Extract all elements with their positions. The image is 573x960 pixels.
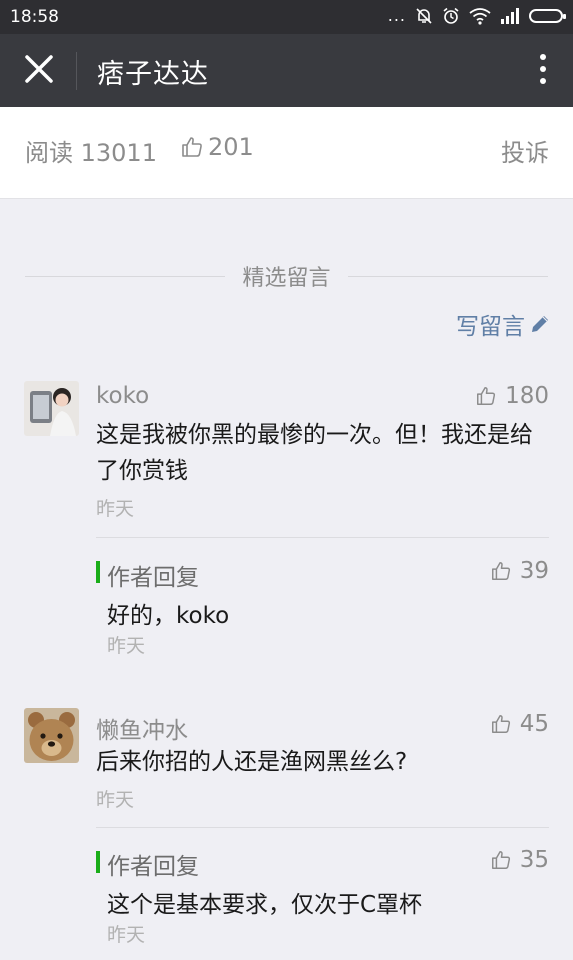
reply-divider	[96, 537, 549, 538]
reply-text: 好的，koko	[107, 603, 230, 629]
comment-like-count: 45	[519, 711, 549, 737]
avatar-photo	[24, 381, 79, 436]
comment-like-button[interactable]: 180	[475, 383, 549, 409]
more-menu-icon[interactable]	[537, 51, 549, 91]
avatar[interactable]	[24, 708, 79, 763]
status-bar: 18:58 ...	[0, 0, 573, 34]
reply-like-count: 35	[519, 847, 549, 873]
nav-divider	[76, 52, 77, 90]
comment-text: 后来你招的人还是渔网黑丝么?	[96, 749, 408, 775]
write-comment-label: 写留言	[456, 314, 525, 340]
article-like-count: 201	[208, 133, 254, 161]
comment-like-count: 180	[505, 383, 549, 409]
pencil-icon	[532, 316, 548, 332]
page-title: 痞子达达	[97, 59, 209, 90]
featured-comments-title: 精选留言	[230, 266, 343, 291]
write-comment-button[interactable]: 写留言	[456, 307, 551, 341]
comment-like-button[interactable]: 45	[490, 711, 549, 737]
report-link[interactable]: 投诉	[501, 133, 549, 168]
thumbs-up-icon	[491, 715, 510, 733]
commenter-name[interactable]: 懒鱼冲水	[96, 711, 188, 745]
signal-icon	[501, 7, 519, 24]
thumbs-up-icon	[491, 851, 510, 869]
mute-bell-icon	[416, 7, 432, 24]
reply-text: 这个是基本要求，仅次于C罩杯	[107, 892, 423, 918]
avatar[interactable]	[24, 381, 79, 436]
author-reply-label: 作者回复	[107, 565, 199, 591]
thumbs-up-icon	[491, 562, 510, 580]
divider	[0, 198, 573, 199]
reply-like-button[interactable]: 35	[490, 847, 549, 873]
reply-marker	[96, 851, 100, 873]
reply-time: 昨天	[107, 924, 146, 946]
battery-icon	[529, 8, 566, 23]
close-icon[interactable]	[22, 52, 56, 86]
reply-divider	[96, 827, 549, 828]
title-bar: 痞子达达	[0, 34, 573, 107]
reply-like-count: 39	[519, 558, 549, 584]
reply-like-button[interactable]: 39	[490, 558, 549, 584]
article-like-button[interactable]: 201	[180, 133, 254, 161]
alarm-icon	[443, 7, 459, 24]
comment-time: 昨天	[96, 789, 135, 811]
status-icons: ...	[387, 6, 566, 25]
teddy-bear-avatar	[24, 708, 79, 763]
more-notifications-icon: ...	[387, 6, 406, 25]
article-stats: 阅读 13011 201 投诉	[0, 107, 573, 198]
comment-text: 这是我被你黑的最惨的一次。但！我还是给了你赏钱	[96, 422, 533, 484]
wifi-icon	[469, 7, 491, 25]
reply-time: 昨天	[107, 635, 146, 657]
section-heading: 精选留言	[0, 260, 573, 292]
thumbs-up-icon	[182, 137, 202, 157]
thumbs-up-icon	[477, 387, 496, 405]
commenter-name[interactable]: koko	[96, 383, 149, 409]
comment-time: 昨天	[96, 498, 135, 520]
author-reply-label: 作者回复	[107, 854, 199, 880]
status-time: 18:58	[10, 7, 59, 27]
reply-marker	[96, 561, 100, 583]
read-count: 阅读 13011	[25, 139, 157, 167]
